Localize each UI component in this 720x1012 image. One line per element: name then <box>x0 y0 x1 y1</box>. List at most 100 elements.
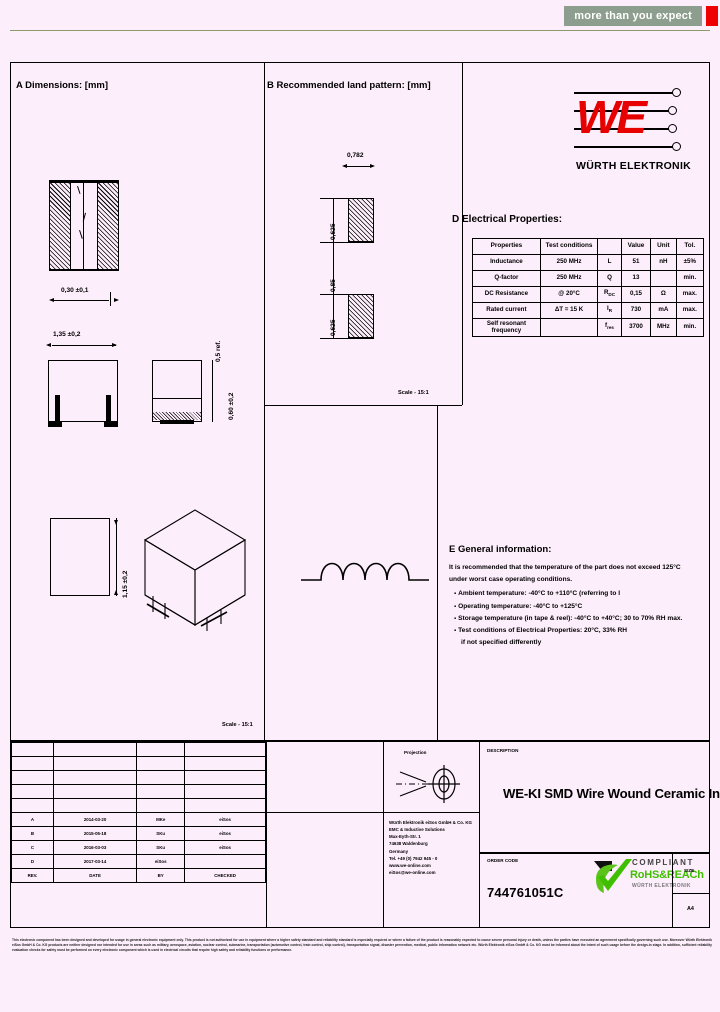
header-divider-rule <box>10 30 710 31</box>
we-logo-mark: WE <box>576 91 647 143</box>
divider-b-middle <box>264 405 462 406</box>
cell-property: Rated current <box>472 302 541 319</box>
cell-date: 2014-03-20 <box>52 812 138 827</box>
cell-property: Inductance <box>472 254 541 271</box>
cell-tolerance: min. <box>675 318 705 337</box>
column-header <box>597 238 622 255</box>
general-info-bullet: Ambient temperature: -40°C to +110°C (re… <box>454 588 705 600</box>
cell-date: 2015-05-18 <box>52 826 138 841</box>
column-header: Test conditions <box>539 238 599 255</box>
revision-column-header: DATE <box>52 868 138 883</box>
revision-blank-row <box>11 742 266 757</box>
dim-ref-note-label: 0,5 ref. <box>215 340 222 362</box>
dim-pad-width-line <box>54 300 109 301</box>
revision-blank-row <box>11 798 266 813</box>
gen-info-line1: It is recommended that the temperature o… <box>449 564 681 571</box>
cell-symbol: L <box>597 254 622 271</box>
cell-condition <box>539 318 599 337</box>
section-e-heading: E General information: <box>449 544 552 555</box>
revision-column-header: REV. <box>11 868 54 883</box>
table-row: Rated current ΔT = 15 K IR 730 mA max. <box>472 302 705 319</box>
revision-blank-row <box>11 756 266 771</box>
column-header: Properties <box>472 238 541 255</box>
land-pad-top-height-label: 0,625 <box>330 223 337 240</box>
section-d-heading: D Electrical Properties: <box>452 214 563 225</box>
land-gap-label: 0,85 <box>330 279 337 292</box>
table-row: Self resonant frequency fres 3700 MHz min. <box>472 318 705 337</box>
section-a-heading: A Dimensions: [mm] <box>16 80 109 91</box>
revision-blank-row <box>11 770 266 785</box>
cell-value: 51 <box>620 254 652 271</box>
cell-value: 3700 <box>620 318 652 337</box>
cell-by: MKe <box>136 812 186 827</box>
cell-property: Self resonant frequency <box>472 318 541 337</box>
cell-by: SKu <box>136 826 186 841</box>
cell-unit <box>650 270 677 287</box>
general-info-bullet: Storage temperature (in tape & reel): -4… <box>454 613 705 625</box>
cell-rev: A <box>11 812 54 827</box>
revision-blank-row <box>11 784 266 799</box>
rohs-brand-text: WÜRTH ELEKTRONIK <box>632 883 691 889</box>
gen-info-line2: under worst case operating conditions. <box>449 576 573 584</box>
product-title: WE-KI SMD Wire Wound Ceramic Inductor <box>503 786 720 801</box>
cell-condition: ΔT = 15 K <box>539 302 599 319</box>
table-row: DC Resistance @ 20°C RDC 0,15 Ωmax. <box>472 286 705 303</box>
cell-symbol: RDC <box>597 286 622 303</box>
dim-pad-width-label: 0,30 ±0,1 <box>61 287 89 294</box>
address-line: Tel. +49 (0) 7942 945 - 0 <box>389 855 438 861</box>
cell-dept: eiSos <box>184 840 266 855</box>
address-line: www.we-online.com <box>389 862 431 868</box>
land-pad-top <box>348 198 374 242</box>
cell-value: 13 <box>620 270 652 287</box>
address-line: Max-Eyth-Str. 1 <box>389 834 421 840</box>
column-header: Tol. <box>675 238 705 255</box>
revision-column-header: CHECKED <box>184 868 266 883</box>
address-line: EMC & Inductive Solutions <box>389 827 445 833</box>
cell-date: 2017-03-14 <box>52 854 138 869</box>
dim-width-label: 1,35 ±0,2 <box>53 331 81 338</box>
description-label: DESCRIPTION <box>487 748 519 753</box>
cell-date: 2016-03-03 <box>52 840 138 855</box>
part-number: 744761051C <box>487 885 564 900</box>
cell-symbol: IR <box>597 302 622 319</box>
revision-table: A 2014-03-20 MKe eiSos B 2015-05-18 SKu eiSos C 2… <box>11 742 266 928</box>
cell-by: eiSos <box>136 854 186 869</box>
red-accent-tab <box>706 6 718 26</box>
land-pad-width-label: 0,782 <box>347 152 364 159</box>
cell-tolerance: max. <box>675 302 705 319</box>
cell-unit: nH <box>650 254 677 271</box>
cell-condition: 250 MHz <box>539 270 599 287</box>
size-label: SIZE <box>684 868 695 873</box>
revision-row: C 2016-03-03 SKu eiSos <box>11 840 266 855</box>
cell-symbol: Q <box>597 270 622 287</box>
cell-dept: eiSos <box>184 826 266 841</box>
divider-b-right-top <box>462 63 463 405</box>
revision-column-header: BY <box>136 868 186 883</box>
column-header: Unit <box>650 238 677 255</box>
rohs-compliant-text: COMPLIANT <box>632 858 694 867</box>
cell-dept <box>184 854 266 869</box>
cell-unit: MHz <box>650 318 677 337</box>
section-b-heading: B Recommended land pattern: [mm] <box>267 80 431 91</box>
table-row: Inductance 250 MHz L 51 nH ±5% <box>472 254 705 271</box>
table-row: Q-factor 250 MHz Q 13 min. <box>472 270 705 287</box>
cell-tolerance: max. <box>675 286 705 303</box>
revision-row: D 2017-03-14 eiSos <box>11 854 266 869</box>
cell-value: 0,15 <box>620 286 652 303</box>
cell-dept: eiSos <box>184 812 266 827</box>
order-code-label: ORDER CODE <box>487 858 519 863</box>
cell-rev: D <box>11 854 54 869</box>
header-banner: more than you expect <box>0 0 720 30</box>
cell-unit: Ω <box>650 286 677 303</box>
cell-tolerance: min. <box>675 270 705 287</box>
tagline-badge: more than you expect <box>564 6 702 26</box>
cell-symbol: fres <box>597 318 622 337</box>
revision-header-row: REV. DATE BY CHECKED <box>11 868 266 883</box>
address-line: Würth Elektronik eiSos GmbH & Co. KG <box>389 820 472 825</box>
size-value: A4 <box>687 906 694 912</box>
general-info-bullet: Test conditions of Electrical Properties… <box>454 625 705 637</box>
cell-condition: @ 20°C <box>539 286 599 303</box>
general-info-bullet: Operating temperature: -40°C to +125°C <box>454 601 705 613</box>
rohs-reach-compliant-logo: COMPLIANT RoHS&REACh WÜRTH ELEKTRONIK <box>592 856 704 898</box>
cell-value: 730 <box>620 302 652 319</box>
